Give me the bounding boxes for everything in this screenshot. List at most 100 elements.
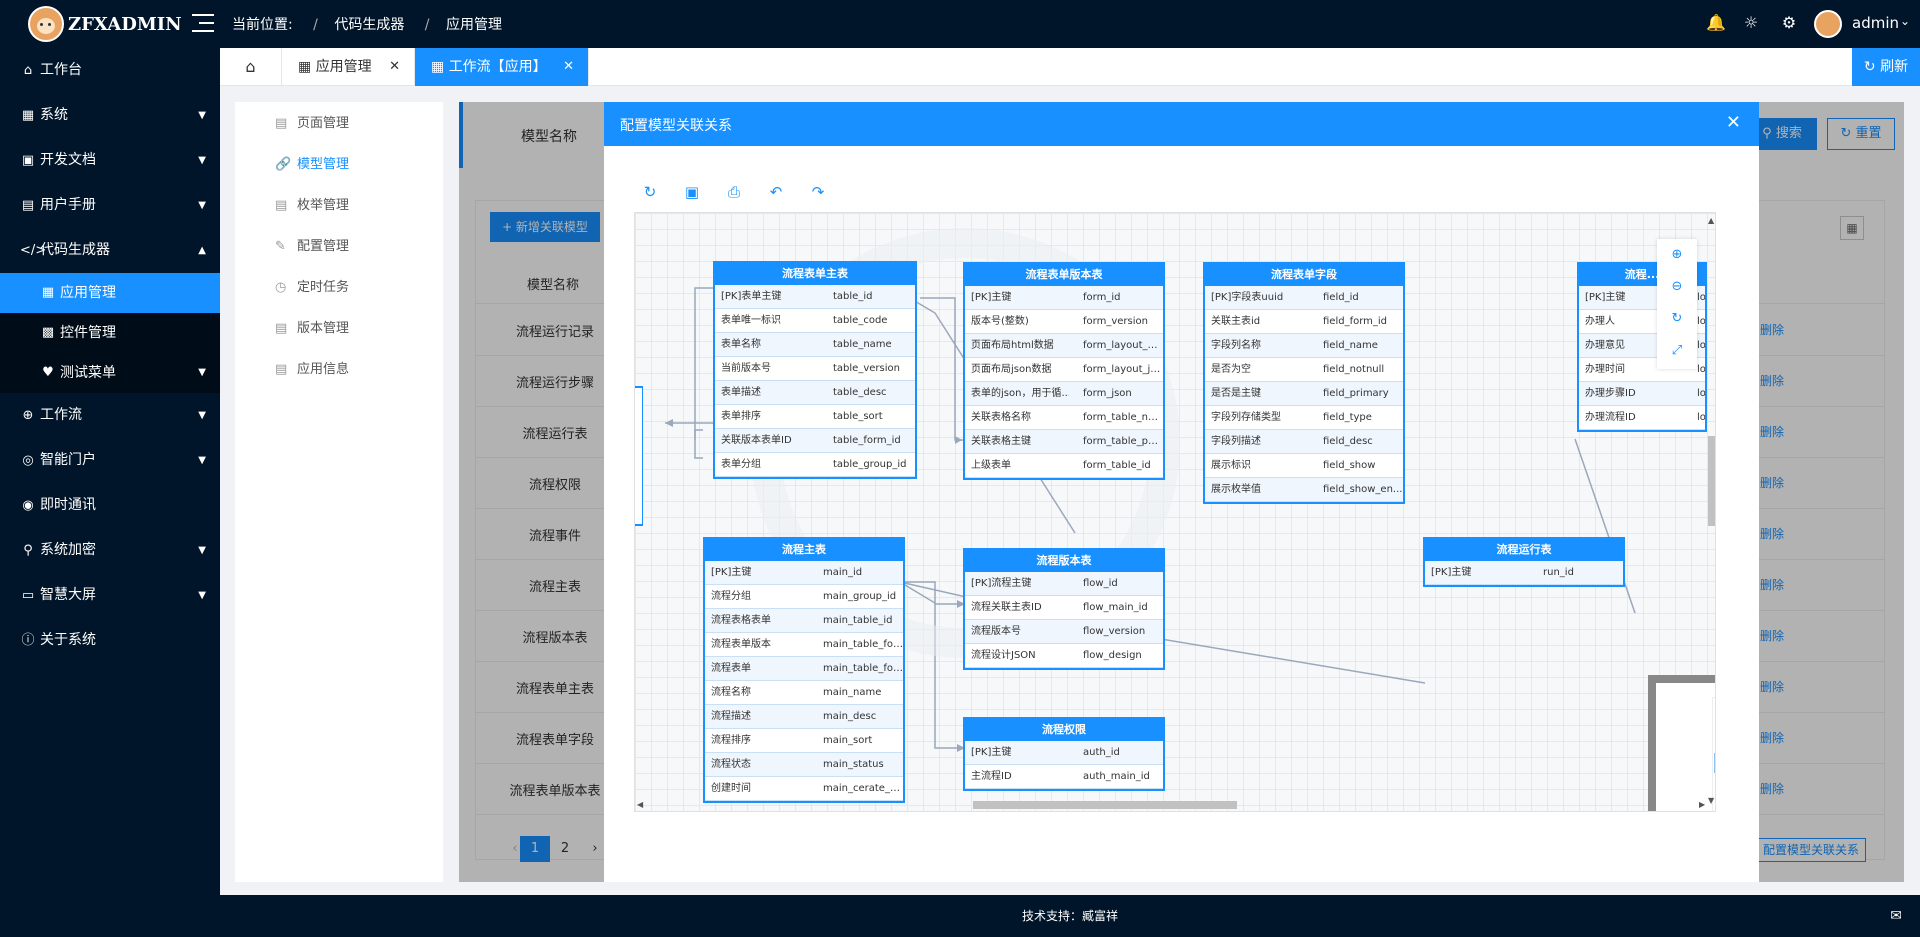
undo-icon[interactable]: ↶: [766, 182, 786, 202]
chevron-down-icon[interactable]: ⌄: [1900, 14, 1910, 28]
brush-icon: ✎: [275, 239, 286, 254]
enum-icon: ▤: [275, 198, 288, 213]
top-bar: ZFXADMIN 当前位置: / 代码生成器 / 应用管理 🔔 ☼ ⚙ admi…: [0, 0, 1920, 48]
sidebar: ⌂ 工作台 ▦ 系统 ▼ ▣ 开发文档 ▼ ▤ 用户手册 ▼ </> 代码生成器 ▲ ▦ 应用管理 …: [0, 48, 220, 937]
sidebar-item-user-manual[interactable]: ▤ 用户手册 ▼: [0, 183, 220, 228]
tab-app-manage[interactable]: ▦ 应用管理 ✕: [282, 48, 415, 86]
user-name[interactable]: admin: [1852, 14, 1899, 32]
caret-down-icon: ▼: [198, 200, 206, 211]
sidebar-item-workbench[interactable]: ⌂ 工作台: [0, 48, 220, 93]
close-icon[interactable]: ✕: [389, 48, 400, 86]
caret-down-icon: ▼: [198, 590, 206, 601]
gear-icon[interactable]: ⚙: [1780, 14, 1798, 32]
caret-down-icon: ▼: [198, 367, 206, 378]
save-icon[interactable]: ▣: [682, 182, 702, 202]
theme-sun-icon[interactable]: ☼: [1742, 14, 1760, 32]
caret-down-icon: ▼: [198, 155, 206, 166]
screen-icon: ▭: [21, 588, 35, 603]
bell-icon[interactable]: 🔔: [1706, 14, 1726, 32]
page-icon: ▤: [275, 116, 288, 131]
zoom-toolbar: ⊕ ⊖ ↻ ⤢: [1657, 239, 1697, 369]
tab-home[interactable]: ⌂: [220, 48, 282, 86]
close-icon[interactable]: ✕: [563, 48, 574, 86]
sidebar-submenu: ▦ 应用管理 ▩ 控件管理 ♥ 测试菜单 ▼: [0, 273, 220, 393]
entity-form-version[interactable]: 流程表单版本表 [PK]主键 form_id 版本号(整数) form_versio…: [963, 262, 1165, 480]
zoom-out-icon[interactable]: ⊖: [1657, 271, 1697, 303]
breadcrumb: 当前位置: / 代码生成器 / 应用管理: [232, 17, 502, 33]
breadcrumb-item[interactable]: 代码生成器: [334, 17, 404, 33]
globe-icon: ◎: [22, 453, 34, 468]
clock-icon: ◷: [275, 280, 287, 295]
sidebar-item-system[interactable]: ▦ 系统 ▼: [0, 93, 220, 138]
vertical-scrollbar[interactable]: ▲ ▼: [1708, 216, 1715, 806]
sidebar-item-code-generator[interactable]: </> 代码生成器 ▲: [0, 228, 220, 273]
sidebar-item-portal[interactable]: ◎ 智能门户 ▼: [0, 438, 220, 483]
caret-up-icon: ▲: [198, 245, 206, 256]
zoom-in-icon[interactable]: ⊕: [1657, 239, 1697, 271]
menu-app-info[interactable]: ▤ 应用信息: [235, 349, 443, 390]
sidebar-item-control-manage[interactable]: ▩ 控件管理: [0, 313, 220, 353]
modal-header: 配置模型关联关系 ✕: [604, 102, 1759, 146]
tabs-bar: ⌂ ▦ 应用管理 ✕ ▦ 工作流【应用】 ✕: [220, 48, 1920, 86]
modal-title: 配置模型关联关系: [620, 118, 732, 134]
close-icon[interactable]: ✕: [1726, 112, 1741, 133]
chat-icon: ◉: [22, 498, 34, 513]
home-icon: ⌂: [245, 57, 256, 76]
refresh-button[interactable]: ↻ 刷新: [1852, 48, 1920, 86]
monkey-logo-icon: [28, 6, 64, 42]
flow-icon: ⊕: [22, 408, 34, 423]
version-icon: ▤: [275, 321, 288, 336]
sidebar-item-big-screen[interactable]: ▭ 智慧大屏 ▼: [0, 573, 220, 618]
entity-form-field[interactable]: 流程表单字段 [PK]字段表uuid field_id 关联主表id field_f…: [1203, 262, 1405, 504]
menu-config-manage[interactable]: ✎ 配置管理: [235, 226, 443, 267]
redo-icon[interactable]: ↷: [808, 182, 828, 202]
lock-icon: ⚲: [23, 543, 33, 558]
menu-toggle-icon[interactable]: [192, 14, 214, 32]
breadcrumb-item[interactable]: 应用管理: [446, 17, 502, 33]
refresh-icon: ↻: [1863, 59, 1881, 75]
footer: 技术支持：臧富祥 ✉: [220, 895, 1920, 937]
caret-down-icon: ▼: [198, 110, 206, 121]
entity-flow-main[interactable]: 流程主表 [PK]主键 main_id 流程分组 main_group_id 流程表…: [703, 537, 905, 803]
chat-bubble-icon[interactable]: ✉: [1890, 895, 1902, 937]
minimap[interactable]: [1648, 675, 1715, 811]
menu-enum-manage[interactable]: ▤ 枚举管理: [235, 185, 443, 226]
menu-timer-task[interactable]: ◷ 定时任务: [235, 267, 443, 308]
grid-icon: ▦: [298, 59, 316, 75]
menu-version-manage[interactable]: ▤ 版本管理: [235, 308, 443, 349]
caret-down-icon: ▼: [198, 410, 206, 421]
footer-text: 技术支持：臧富祥: [1021, 909, 1118, 923]
sidebar-item-encrypt[interactable]: ⚲ 系统加密 ▼: [0, 528, 220, 573]
code-icon: </>: [20, 243, 47, 258]
avatar[interactable]: [1814, 10, 1842, 38]
reset-zoom-icon[interactable]: ↻: [1657, 303, 1697, 335]
menu-page-manage[interactable]: ▤ 页面管理: [235, 103, 443, 144]
entity-flow-version[interactable]: 流程版本表 [PK]流程主键 flow_id 流程关联主表ID flow_main_…: [963, 548, 1165, 670]
brand-name: ZFXADMIN: [68, 14, 182, 35]
info-icon: ⓘ: [21, 633, 35, 648]
fit-icon[interactable]: ⤢: [1657, 335, 1697, 367]
entity-flow-run[interactable]: 流程运行表 [PK]主键 run_id: [1423, 537, 1625, 587]
heart-icon: ♥: [42, 365, 54, 380]
entity-form-main[interactable]: 流程表单主表 [PK]表单主键 table_id 表单唯一标识 table_code…: [713, 261, 917, 479]
sidebar-item-about[interactable]: ⓘ 关于系统: [0, 618, 220, 663]
info-doc-icon: ▤: [275, 362, 288, 377]
sidebar-item-workflow[interactable]: ⊕ 工作流 ▼: [0, 393, 220, 438]
control-icon: ▩: [41, 325, 55, 340]
sidebar-item-dev-docs[interactable]: ▣ 开发文档 ▼: [0, 138, 220, 183]
sidebar-item-app-manage[interactable]: ▦ 应用管理: [0, 273, 220, 313]
grid-icon: ▦: [41, 285, 55, 300]
sidebar-item-test-menu[interactable]: ♥ 测试菜单 ▼: [0, 353, 220, 393]
entity-flow-auth[interactable]: 流程权限 [PK]主键 auth_id 主流程ID auth_main_id: [963, 717, 1165, 791]
tab-workflow-app[interactable]: ▦ 工作流【应用】 ✕: [415, 48, 589, 86]
er-diagram-canvas[interactable]: 流程表单主表 [PK]表单主键 table_id 表单唯一标识 table_code…: [634, 212, 1716, 812]
doc-icon: ▤: [21, 198, 35, 213]
print-icon[interactable]: ⎙: [724, 182, 744, 202]
menu-model-manage[interactable]: 🔗 模型管理: [235, 144, 443, 185]
horizontal-scrollbar[interactable]: ◀ ▶: [637, 800, 1709, 810]
entity-clipped[interactable]: [635, 386, 643, 526]
caret-down-icon: ▼: [198, 455, 206, 466]
sidebar-item-im[interactable]: ◉ 即时通讯: [0, 483, 220, 528]
home-icon: ⌂: [23, 63, 33, 78]
refresh-icon[interactable]: ↻: [640, 182, 660, 202]
